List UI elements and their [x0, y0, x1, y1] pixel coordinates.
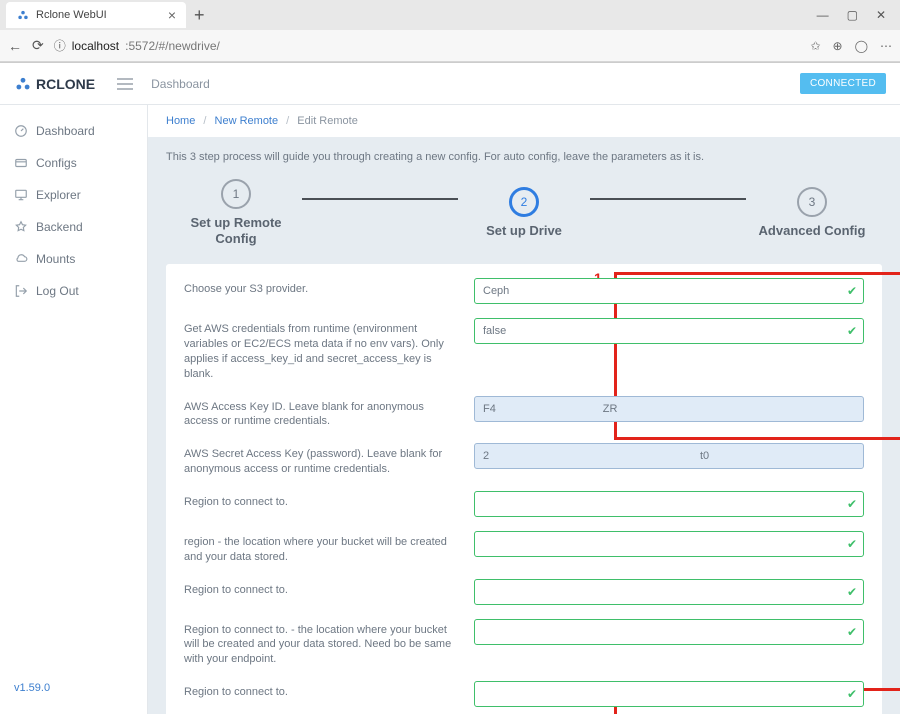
site-info-icon[interactable]: ⓘ [54, 37, 66, 54]
step-2-label: Set up Drive [486, 223, 562, 239]
window-minimize-icon[interactable]: — [817, 8, 829, 22]
sidebar-item-label: Explorer [36, 188, 81, 202]
close-tab-icon[interactable]: × [168, 7, 176, 23]
step-3-label: Advanced Config [759, 223, 866, 239]
form-row: Choose your S3 provider.✔ [184, 278, 864, 304]
sidebar-item-explorer[interactable]: Explorer [0, 179, 147, 211]
form-label: Region to connect to. - the location whe… [184, 619, 474, 668]
star-icon [14, 220, 28, 234]
sidebar-item-label: Dashboard [36, 124, 95, 138]
browser-tab[interactable]: Rclone WebUI × [6, 2, 186, 28]
form-input[interactable] [474, 579, 864, 605]
form-label: AWS Secret Access Key (password). Leave … [184, 443, 474, 477]
address-bar[interactable]: ⓘ localhost :5572/#/newdrive/ [54, 37, 801, 54]
window-maximize-icon[interactable]: ▢ [847, 8, 858, 22]
sidebar-item-dashboard[interactable]: Dashboard [0, 115, 147, 147]
sidebar-item-backend[interactable]: Backend [0, 211, 147, 243]
refresh-button[interactable]: ⟳ [32, 37, 44, 54]
form-input[interactable] [474, 443, 864, 469]
cloud-icon [14, 252, 28, 266]
form-input[interactable] [474, 318, 864, 344]
favorite-icon[interactable]: ✩ [810, 39, 820, 53]
rclone-favicon-icon [16, 8, 30, 22]
stepper: 1 Set up Remote Config 2 Set up Drive 3 … [166, 179, 882, 246]
form-input[interactable] [474, 278, 864, 304]
more-menu-icon[interactable]: ⋯ [880, 39, 892, 53]
main-content: Home / New Remote / Edit Remote This 3 s… [148, 105, 900, 714]
breadcrumb-home[interactable]: Home [166, 115, 195, 127]
version-label: v1.59.0 [0, 672, 147, 704]
step-1-circle: 1 [221, 179, 251, 209]
form-label: Region to connect to. [184, 681, 474, 700]
rclone-logo-icon [14, 75, 32, 93]
form-input[interactable] [474, 531, 864, 557]
form-row: Region to connect to.✔ [184, 491, 864, 517]
form-row: Region to connect to.✔ [184, 579, 864, 605]
form-label: Region to connect to. [184, 579, 474, 598]
form-input[interactable] [474, 396, 864, 422]
sidebar-item-log-out[interactable]: Log Out [0, 275, 147, 307]
form-row: AWS Access Key ID. Leave blank for anony… [184, 396, 864, 430]
new-tab-button[interactable]: + [186, 5, 213, 26]
breadcrumb-current: Edit Remote [297, 115, 358, 127]
back-button[interactable]: ← [8, 38, 22, 54]
form-input[interactable] [474, 491, 864, 517]
monitor-icon [14, 188, 28, 202]
form-label: Get AWS credentials from runtime (enviro… [184, 318, 474, 381]
sidebar-item-configs[interactable]: Configs [0, 147, 147, 179]
collections-icon[interactable]: ⊕ [833, 39, 843, 53]
form-card: 1. 2. Choose your S3 provider.✔Get AWS c… [166, 264, 882, 714]
form-label: AWS Access Key ID. Leave blank for anony… [184, 396, 474, 430]
step-line [590, 198, 746, 200]
form-input[interactable] [474, 619, 864, 645]
url-host: localhost [72, 39, 119, 53]
connection-status-badge: CONNECTED [800, 73, 886, 94]
form-row: Region to connect to.✔ [184, 681, 864, 707]
url-path: :5572/#/newdrive/ [125, 39, 220, 53]
logo-text: RCLONE [36, 76, 95, 92]
step-2-circle: 2 [509, 187, 539, 217]
breadcrumb-new-remote[interactable]: New Remote [215, 115, 279, 127]
form-row: Get AWS credentials from runtime (enviro… [184, 318, 864, 381]
intro-text: This 3 step process will guide you throu… [166, 151, 882, 163]
sidebar-item-label: Configs [36, 156, 77, 170]
step-1[interactable]: 1 Set up Remote Config [176, 179, 296, 246]
header-page-title: Dashboard [151, 77, 210, 91]
form-input[interactable] [474, 681, 864, 707]
breadcrumb: Home / New Remote / Edit Remote [148, 105, 900, 137]
window-close-icon[interactable]: ✕ [876, 8, 886, 22]
form-label: region - the location where your bucket … [184, 531, 474, 565]
logout-icon [14, 284, 28, 298]
step-2[interactable]: 2 Set up Drive [464, 187, 584, 239]
step-line [302, 198, 458, 200]
form-row: AWS Secret Access Key (password). Leave … [184, 443, 864, 477]
gauge-icon [14, 124, 28, 138]
sidebar-item-mounts[interactable]: Mounts [0, 243, 147, 275]
sidebar-item-label: Backend [36, 220, 83, 234]
step-3[interactable]: 3 Advanced Config [752, 187, 872, 239]
form-label: Choose your S3 provider. [184, 278, 474, 297]
step-3-circle: 3 [797, 187, 827, 217]
hamburger-icon[interactable] [117, 78, 133, 90]
app-logo[interactable]: RCLONE [14, 75, 95, 93]
profile-icon[interactable]: ◯ [855, 39, 868, 53]
card-icon [14, 156, 28, 170]
form-row: Region to connect to. - the location whe… [184, 619, 864, 668]
form-label: Region to connect to. [184, 491, 474, 510]
form-row: region - the location where your bucket … [184, 531, 864, 565]
sidebar-item-label: Mounts [36, 252, 75, 266]
tab-title: Rclone WebUI [36, 9, 107, 21]
sidebar: Dashboard Configs Explorer Backend Mounts Log… [0, 105, 148, 714]
step-1-label: Set up Remote Config [176, 215, 296, 246]
sidebar-item-label: Log Out [36, 284, 79, 298]
